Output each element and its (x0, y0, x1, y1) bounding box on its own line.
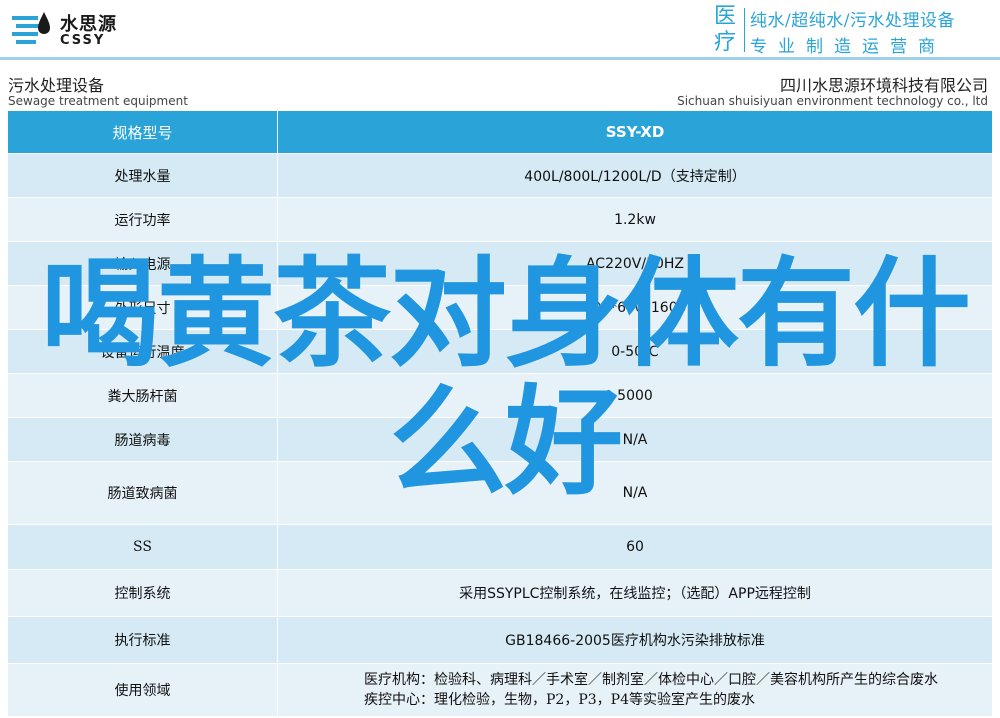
spec-value-line: 疾控中心：理化检验，生物，P2，P3，P4等实验室产生的废水 (364, 692, 755, 708)
overlay-line: 么好 (388, 373, 623, 511)
brand-category: 医疗 (714, 4, 737, 55)
brand-tagline: 专业制造运营商 (750, 37, 946, 57)
overlay-line: 喝黄茶对身体有什 (40, 245, 971, 383)
spec-label: 处理水量 (7, 153, 278, 198)
company-logo[interactable]: 水思源 CSSY (10, 6, 150, 52)
spec-value: SSY-XD (277, 110, 993, 154)
spec-label: SS (7, 524, 278, 570)
spec-label: 使用领域 (7, 663, 278, 717)
spec-value: 400L/800L/1200L/D（支持定制） (277, 153, 993, 198)
table-row: 执行标准 GB18466-2005医疗机构水污染排放标准 (7, 616, 993, 664)
table-row: 运行功率 1.2kw (7, 197, 993, 242)
brand-divider (744, 8, 745, 52)
section-title-en: Sewage treatment equipment (8, 94, 188, 108)
spec-label: 执行标准 (7, 616, 278, 664)
company-name-en: Sichuan shuisiyuan environment technolog… (677, 94, 988, 108)
logo-english-name: CSSY (60, 33, 106, 48)
overlay-headline: 喝黄茶对身体有什 么好 (20, 250, 990, 506)
page-header: 水思源 CSSY 医疗 纯水/超纯水/污水处理设备 专业制造运营商 (0, 0, 1000, 62)
brand-products: 纯水/超纯水/污水处理设备 (750, 11, 955, 31)
spec-value: 1.2kw (277, 197, 993, 242)
table-header-row: 规格型号 SSY-XD (7, 110, 993, 154)
spec-label: 规格型号 (7, 110, 278, 154)
table-row: SS 60 (7, 524, 993, 570)
spec-value: 60 (277, 524, 993, 570)
brand-slogan: 医疗 纯水/超纯水/污水处理设备 专业制造运营商 (714, 4, 994, 57)
spec-value-multiline: 医疗机构：检验科、病理科／手术室／制剂室／体检中心／口腔／美容机构所产生的综合废… (277, 663, 993, 717)
table-row: 使用领域 医疗机构：检验科、病理科／手术室／制剂室／体检中心／口腔／美容机构所产… (7, 663, 993, 717)
spec-label: 运行功率 (7, 197, 278, 242)
table-row: 处理水量 400L/800L/1200L/D（支持定制） (7, 153, 993, 198)
spec-value: GB18466-2005医疗机构水污染排放标准 (277, 616, 993, 664)
spec-value-line: 医疗机构：检验科、病理科／手术室／制剂室／体检中心／口腔／美容机构所产生的综合废… (364, 672, 938, 688)
spec-label: 控制系统 (7, 569, 278, 617)
section-titles: 污水处理设备 Sewage treatment equipment 四川水思源环… (0, 60, 1000, 110)
table-row: 控制系统 采用SSYPLC控制系统，在线监控；（选配）APP远程控制 (7, 569, 993, 617)
spec-value: 采用SSYPLC控制系统，在线监控；（选配）APP远程控制 (277, 569, 993, 617)
company-name-cn: 四川水思源环境科技有限公司 (779, 76, 988, 95)
water-drop-logo-icon (12, 12, 50, 44)
section-title-cn: 污水处理设备 (8, 76, 105, 95)
